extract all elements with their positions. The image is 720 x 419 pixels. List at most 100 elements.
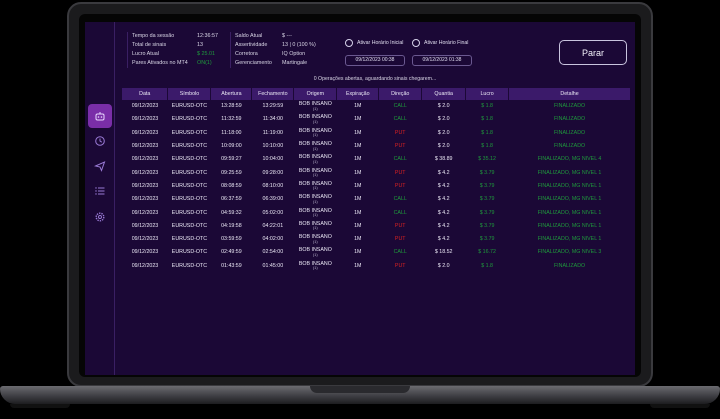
amount-cell: $ 4.2 — [437, 222, 450, 229]
table-row[interactable]: 09/12/2023 EURUSD-OTC 11:18:00 11:19:00 BOB … — [122, 127, 631, 140]
expiry-cell: 1M — [354, 262, 362, 269]
open-cell: 13:28:59 — [221, 103, 242, 110]
symbol-cell: EURUSD-OTC — [171, 103, 208, 110]
profit-cell: $ 35.12 — [478, 156, 496, 163]
profit-cell: $ 1.8 — [481, 129, 493, 136]
table-row[interactable]: 09/12/2023 EURUSD-OTC 03:59:59 04:02:00 BOB … — [122, 233, 631, 246]
table-row[interactable]: 09/12/2023 EURUSD-OTC 10:09:00 10:10:00 BOB … — [122, 140, 631, 153]
column-header[interactable]: Expiração — [336, 88, 380, 100]
origin-sub: (1) — [312, 238, 318, 244]
origin-sub: (1) — [312, 158, 318, 164]
origin-cell: BOB INSANO (1) — [294, 180, 337, 193]
history-icon[interactable] — [88, 129, 112, 153]
column-header[interactable]: Fechamento — [251, 88, 295, 100]
profit-cell: $ 1.8 — [481, 103, 493, 110]
settings-icon[interactable] — [88, 205, 112, 229]
column-header[interactable]: Lucro — [465, 88, 510, 100]
amount-cell: $ 18.52 — [434, 249, 453, 256]
origin-cell: BOB INSANO (1) — [294, 246, 337, 259]
column-header[interactable]: Abertura — [210, 88, 253, 100]
column-header[interactable]: Data — [122, 88, 169, 100]
origin-sub: (1) — [312, 118, 318, 124]
table-row[interactable]: 09/12/2023 EURUSD-OTC 04:59:32 05:02:00 BOB … — [122, 206, 631, 219]
amount-cell: $ 2.0 — [437, 262, 450, 269]
list-icon[interactable] — [88, 179, 112, 203]
direction-cell: CALL — [393, 196, 407, 203]
open-cell: 04:19:58 — [221, 222, 242, 229]
table-row[interactable]: 09/12/2023 EURUSD-OTC 09:59:27 10:04:00 BOB … — [122, 153, 631, 166]
detail-cell: FINALIZADO — [553, 129, 586, 136]
origin-cell: BOB INSANO (1) — [294, 127, 337, 140]
laptop-foot-left — [10, 404, 70, 408]
column-header[interactable]: Direção — [378, 88, 423, 100]
column-header[interactable]: Detalhe — [508, 88, 631, 100]
close-cell: 09:28:00 — [262, 169, 284, 176]
radio-circle[interactable] — [345, 39, 353, 47]
table-row[interactable]: 09/12/2023 EURUSD-OTC 09:25:59 09:28:00 BOB … — [122, 166, 631, 179]
profit-cell: $ 3.79 — [479, 169, 495, 176]
profit-cell: $ 3.79 — [479, 209, 495, 216]
end-time-radio[interactable]: Ativar Horário Final — [412, 39, 468, 47]
radio-circle[interactable] — [412, 39, 420, 47]
detail-cell: FINALIZADO — [553, 262, 586, 269]
detail-cell: FINALIZADO, MG NIVEL 1 — [537, 236, 602, 243]
symbol-cell: EURUSD-OTC — [171, 222, 208, 229]
symbol-cell: EURUSD-OTC — [171, 169, 208, 176]
start-time-radio[interactable]: Ativar Horário Inicial — [345, 39, 403, 47]
date-cell: 09/12/2023 — [131, 196, 159, 203]
start-time-field[interactable]: 09/12/2023 00:38 — [345, 55, 405, 66]
expiry-cell: 1M — [354, 236, 362, 243]
amount-cell: $ 2.0 — [437, 116, 450, 123]
expiry-cell: 1M — [354, 116, 362, 123]
table-row[interactable]: 09/12/2023 EURUSD-OTC 11:32:59 11:34:00 BOB … — [122, 113, 631, 126]
direction-cell: CALL — [393, 156, 407, 163]
send-icon[interactable] — [88, 154, 112, 178]
close-cell: 13:29:59 — [262, 103, 284, 110]
start-time-label: Ativar Horário Inicial — [357, 40, 404, 46]
close-cell: 01:45:00 — [262, 262, 284, 269]
amount-cell: $ 4.2 — [437, 182, 450, 189]
origin-sub: (1) — [312, 225, 318, 231]
robot-icon[interactable] — [88, 104, 112, 128]
symbol-cell: EURUSD-OTC — [171, 182, 208, 189]
direction-cell: PUT — [394, 262, 406, 269]
date-cell: 09/12/2023 — [131, 236, 159, 243]
symbol-cell: EURUSD-OTC — [171, 196, 208, 203]
origin-cell: BOB INSANO (1) — [294, 206, 337, 219]
amount-cell: $ 2.0 — [437, 103, 450, 110]
symbol-cell: EURUSD-OTC — [171, 116, 208, 123]
profit-cell: $ 3.79 — [479, 196, 495, 203]
table-row[interactable]: 09/12/2023 EURUSD-OTC 02:49:59 02:54:00 BOB … — [122, 246, 631, 259]
detail-cell: FINALIZADO, MG NIVEL 3 — [537, 249, 602, 256]
origin-cell: BOB INSANO (1) — [294, 153, 337, 166]
symbol-cell: EURUSD-OTC — [171, 262, 208, 269]
open-cell: 10:09:00 — [221, 143, 242, 150]
session-label: Pares Ativados no MT4 — [132, 60, 188, 66]
column-header[interactable]: Símbolo — [167, 88, 212, 100]
column-header[interactable]: Origem — [293, 88, 338, 100]
table-body: 09/12/2023 EURUSD-OTC 13:28:59 13:29:59 BOB … — [122, 100, 631, 273]
laptop-notch — [310, 386, 410, 393]
date-cell: 09/12/2023 — [131, 182, 159, 189]
detail-cell: FINALIZADO — [553, 143, 586, 150]
session-value: 12:36:57 — [197, 33, 218, 39]
date-cell: 09/12/2023 — [131, 116, 159, 123]
direction-cell: PUT — [394, 143, 406, 150]
stop-button[interactable]: Parar — [559, 40, 627, 65]
close-cell: 11:19:00 — [262, 129, 283, 136]
table-row[interactable]: 09/12/2023 EURUSD-OTC 08:08:59 08:10:00 BOB … — [122, 180, 631, 193]
laptop-foot-right — [650, 404, 710, 408]
origin-cell: BOB INSANO (1) — [294, 220, 337, 233]
date-cell: 09/12/2023 — [131, 262, 159, 269]
app-window: Tempo da sessão 12:36:57 Total de sinais 1… — [85, 22, 635, 375]
table-row[interactable]: 09/12/2023 EURUSD-OTC 06:37:59 06:39:00 BOB … — [122, 193, 631, 206]
direction-cell: CALL — [393, 116, 407, 123]
expiry-cell: 1M — [354, 222, 362, 229]
symbol-cell: EURUSD-OTC — [171, 129, 208, 136]
table-row[interactable]: 09/12/2023 EURUSD-OTC 01:43:59 01:45:00 BOB … — [122, 260, 631, 273]
table-row[interactable]: 09/12/2023 EURUSD-OTC 04:19:58 04:22:01 BOB … — [122, 220, 631, 233]
origin-sub: (1) — [312, 265, 318, 271]
column-header[interactable]: Quantia — [421, 88, 467, 100]
table-row[interactable]: 09/12/2023 EURUSD-OTC 13:28:59 13:29:59 BOB … — [122, 100, 631, 113]
end-time-field[interactable]: 09/12/2023 01:38 — [412, 55, 472, 66]
